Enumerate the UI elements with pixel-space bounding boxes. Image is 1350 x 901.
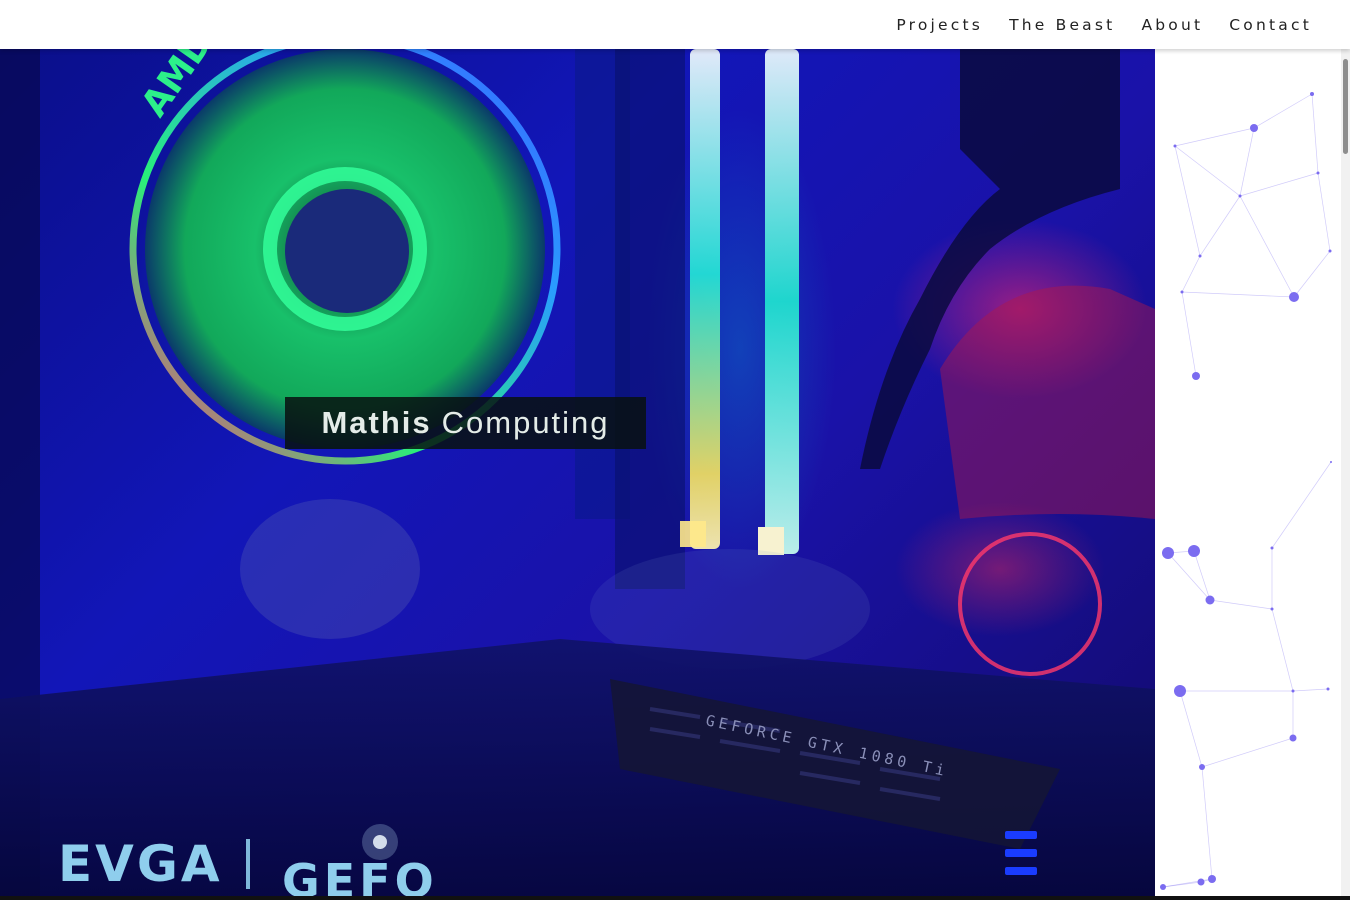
particle-link — [1239, 172, 1319, 197]
particle-dot — [1328, 249, 1332, 253]
particle-link — [1317, 172, 1331, 252]
page-scrollbar[interactable] — [1341, 49, 1350, 897]
nav-projects-link[interactable]: Projects — [896, 16, 983, 34]
particle-link — [1209, 599, 1273, 610]
particle-dot — [1173, 144, 1177, 148]
particle-network-graphic — [1160, 92, 1332, 890]
particle-dot — [1250, 124, 1258, 132]
site-title-banner: Mathis Computing — [285, 397, 646, 449]
particle-link — [1181, 255, 1201, 293]
particle-dot — [1160, 884, 1166, 890]
particle-link — [1253, 93, 1313, 129]
scrollbar-thumb[interactable] — [1343, 59, 1348, 154]
particle-link — [1174, 127, 1255, 147]
particle-dot — [1180, 290, 1184, 294]
particle-network-background — [1155, 49, 1341, 897]
particle-dot — [1199, 764, 1205, 770]
particle-dot — [1310, 92, 1314, 96]
site-title-bold: Mathis — [321, 405, 432, 440]
hero-section: AMD GEFORCE GTX 1080 Ti EVGA GEFO Mathis… — [0, 49, 1155, 897]
particle-dot — [1326, 687, 1330, 691]
gpu-series-logo: GEFO — [282, 854, 438, 897]
particle-link — [1293, 250, 1331, 298]
site-title-rest: Computing — [441, 405, 610, 440]
particle-link — [1162, 878, 1213, 888]
particle-link — [1201, 737, 1294, 768]
particle-dot — [1188, 545, 1200, 557]
nav-contact-link[interactable]: Contact — [1229, 16, 1312, 34]
particle-link — [1292, 688, 1329, 692]
particle-dot — [1289, 292, 1299, 302]
particle-link — [1181, 291, 1197, 377]
particle-link — [1179, 690, 1203, 768]
hero-pc-build-photo: AMD GEFORCE GTX 1080 Ti EVGA GEFO — [0, 49, 1155, 897]
particle-dot — [1238, 194, 1242, 198]
particle-dot — [1208, 875, 1216, 883]
particle-link — [1167, 552, 1211, 601]
particle-dot — [1197, 878, 1205, 886]
nav-about-link[interactable]: About — [1141, 16, 1203, 34]
particle-link — [1199, 195, 1241, 257]
particle-dot — [1270, 607, 1274, 611]
main-nav: Projects The Beast About Contact — [870, 0, 1312, 49]
particle-dot — [1270, 546, 1274, 550]
particle-dot — [1205, 595, 1215, 605]
particle-dot — [1330, 461, 1332, 463]
particle-link — [1271, 608, 1294, 692]
particle-link — [1201, 766, 1213, 880]
particle-dot — [1162, 547, 1174, 559]
nav-the-beast-link[interactable]: The Beast — [1009, 16, 1115, 34]
particle-link — [1239, 195, 1295, 298]
particle-dot — [1316, 171, 1320, 175]
particle-link — [1193, 550, 1211, 601]
particle-dot — [1289, 734, 1297, 742]
particle-dot — [1174, 685, 1186, 697]
bottom-edge — [0, 896, 1350, 900]
particle-dot — [1291, 689, 1295, 693]
particle-link — [1311, 93, 1319, 174]
top-navigation-bar: Projects The Beast About Contact — [0, 0, 1350, 49]
gpu-brand-logo: EVGA — [58, 835, 223, 893]
particle-dot — [1192, 372, 1200, 380]
particle-link — [1271, 461, 1332, 549]
particle-dot — [1198, 254, 1202, 258]
particle-link — [1239, 127, 1255, 197]
particle-link — [1181, 291, 1295, 298]
